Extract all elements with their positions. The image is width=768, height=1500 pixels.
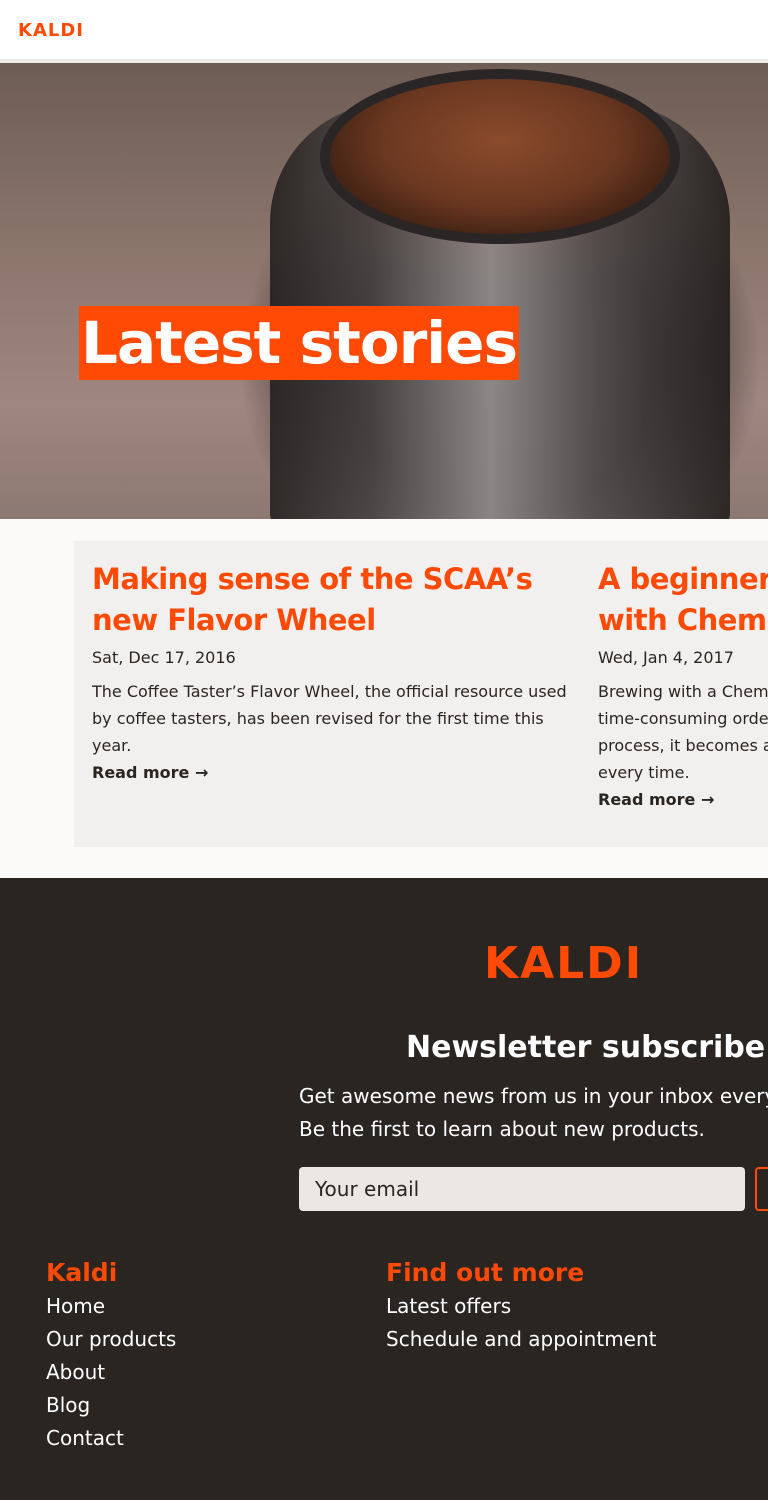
footer-logo: KALDI: [484, 938, 644, 989]
footer-link-products[interactable]: Our products: [46, 1323, 176, 1356]
newsletter-description: Get awesome news from us in your inbox e…: [299, 1084, 768, 1141]
story-card: A beginner’s guide to brewing with Cheme…: [598, 559, 768, 813]
story-card: Making sense of the SCAA’s new Flavor Wh…: [92, 559, 580, 786]
email-field[interactable]: [299, 1167, 745, 1211]
footer-column-kaldi: Kaldi Home Our products About Blog Conta…: [46, 1256, 176, 1455]
story-date: Wed, Jan 4, 2017: [598, 648, 734, 667]
footer-link-blog[interactable]: Blog: [46, 1389, 176, 1422]
footer-column-title: Find out more: [386, 1258, 585, 1287]
stories-carousel: Making sense of the SCAA’s new Flavor Wh…: [74, 541, 768, 847]
footer: KALDI Newsletter subscribe Get awesome n…: [0, 878, 768, 1500]
stories-section: Making sense of the SCAA’s new Flavor Wh…: [0, 519, 768, 878]
footer-link-schedule[interactable]: Schedule and appointment: [386, 1323, 657, 1356]
hero-banner: Latest stories: [0, 63, 768, 519]
footer-link-about[interactable]: About: [46, 1356, 176, 1389]
footer-link-home[interactable]: Home: [46, 1290, 176, 1323]
read-more-link[interactable]: Read more →: [598, 786, 714, 813]
story-date: Sat, Dec 17, 2016: [92, 648, 236, 667]
hero-ground-coffee-image: [320, 69, 680, 244]
story-title[interactable]: A beginner’s guide to brewing with Cheme…: [598, 559, 768, 641]
footer-link-latest-offers[interactable]: Latest offers: [386, 1290, 657, 1323]
footer-column-title: Kaldi: [46, 1258, 118, 1287]
footer-link-contact[interactable]: Contact: [46, 1422, 176, 1455]
story-excerpt: Brewing with a Chemex probably seems lik…: [598, 682, 768, 782]
page-title: Latest stories: [79, 306, 520, 380]
read-more-link[interactable]: Read more →: [92, 759, 208, 786]
footer-column-find-out-more: Find out more Latest offers Schedule and…: [386, 1256, 657, 1356]
top-navbar: KALDI: [0, 0, 768, 60]
newsletter-title: Newsletter subscribe: [406, 1030, 766, 1065]
kaldi-logo-link[interactable]: KALDI: [18, 20, 84, 41]
story-title[interactable]: Making sense of the SCAA’s new Flavor Wh…: [92, 559, 580, 641]
story-excerpt: The Coffee Taster’s Flavor Wheel, the of…: [92, 682, 567, 755]
subscribe-button[interactable]: [755, 1167, 768, 1211]
